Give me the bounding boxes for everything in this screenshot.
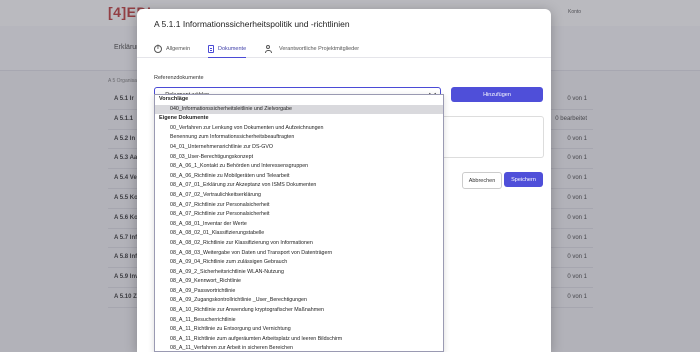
document-dropdown-list: Vorschläge 040_Informationssicherheitsle… — [154, 94, 444, 352]
dropdown-option[interactable]: 08_A_08_03_Weitergabe von Daten und Tran… — [155, 249, 443, 259]
dropdown-option[interactable]: Benennung zum Informationssicherheitsbea… — [155, 133, 443, 143]
dropdown-option[interactable]: 00_Verfahren zur Lenkung von Dokumenten … — [155, 124, 443, 134]
dropdown-option[interactable]: 08_A_09_Zugangskontrollrichtlinie _User_… — [155, 296, 443, 306]
dropdown-option[interactable]: 08_A_11_Richtlinie zu Entsorgung und Ver… — [155, 325, 443, 335]
dropdown-option[interactable]: 08_A_07_Richtlinie zur Personalsicherhei… — [155, 210, 443, 220]
tab-dokumente[interactable]: Dokumente — [208, 42, 247, 58]
tab-allgemein[interactable]: Allgemein — [154, 42, 190, 55]
tab-projektmitglieder[interactable]: Verantwortliche Projektmitglieder — [265, 42, 359, 55]
people-icon — [265, 44, 275, 53]
group-header-own-documents: Eigene Dokumente — [159, 115, 209, 122]
dropdown-option[interactable]: 08_A_06_1_Kontakt zu Behörden und Intere… — [155, 162, 443, 172]
dropdown-option[interactable]: 08_A_09_Kennwort_Richtlinie — [155, 277, 443, 287]
dropdown-option-suggestion[interactable]: 040_Informationssicherheitsleitlinie und… — [155, 104, 443, 115]
modal-title: A 5.1.1 Informationssicherheitspolitik u… — [154, 19, 350, 29]
dropdown-option[interactable]: 08_03_User-Berechtigungskonzept — [155, 153, 443, 163]
dropdown-option[interactable]: 08_A_08_02_01_Klassifizierungstabelle — [155, 229, 443, 239]
referenzdokumente-label: Referenzdokumente — [154, 75, 204, 81]
tab-label: Dokumente — [218, 45, 247, 52]
dropdown-option[interactable]: 08_A_09_2_Sicherheitsrichtlinie WLAN-Nut… — [155, 268, 443, 278]
dropdown-option[interactable]: 04_01_Unternehmensrichtlinie zur DS-GVO — [155, 143, 443, 153]
dropdown-option[interactable]: 08_A_09_04_Richtlinie zum zulässigen Geb… — [155, 258, 443, 268]
dropdown-option[interactable]: 08_A_07_02_Vertraulichkeitserklärung — [155, 191, 443, 201]
group-header-suggestions: Vorschläge — [159, 96, 189, 102]
notes-textarea[interactable] — [441, 116, 544, 158]
cancel-button[interactable]: Abbrechen — [462, 172, 502, 189]
modal-tabs: Allgemein Dokumente Verantwortliche Proj… — [137, 39, 551, 58]
dropdown-option[interactable]: 08_A_11_Verfahren zur Arbeit in sicheren… — [155, 344, 443, 351]
document-icon — [208, 44, 214, 53]
dropdown-option[interactable]: 08_A_11_Richtlinie zum aufgeräumten Arbe… — [155, 335, 443, 345]
dropdown-option[interactable]: 08_A_09_Passwortrichtlinie — [155, 287, 443, 297]
tab-label: Verantwortliche Projektmitglieder — [279, 45, 360, 52]
dropdown-option[interactable]: 08_A_11_Besucherrichtlinie — [155, 316, 443, 326]
dropdown-option[interactable]: 08_A_08_02_Richtlinie zur Klassifizierun… — [155, 239, 443, 249]
dropdown-option[interactable]: 08_A_07_Richtlinie zur Personalsicherhei… — [155, 201, 443, 211]
dropdown-option[interactable]: 08_A_08_01_Inventar der Werte — [155, 220, 443, 230]
save-button[interactable]: Speichern — [504, 172, 543, 187]
dropdown-option[interactable]: 08_A_10_Richtlinie zur Anwendung kryptog… — [155, 306, 443, 316]
add-button[interactable]: Hinzufügen — [451, 87, 543, 102]
info-icon — [154, 44, 162, 53]
tab-label: Allgemein — [166, 45, 191, 52]
dropdown-option[interactable]: 08_A_06_Richtlinie zu Mobilgeräten und T… — [155, 172, 443, 182]
dropdown-option[interactable]: 08_A_07_01_Erklärung zur Akzeptanz von I… — [155, 181, 443, 191]
